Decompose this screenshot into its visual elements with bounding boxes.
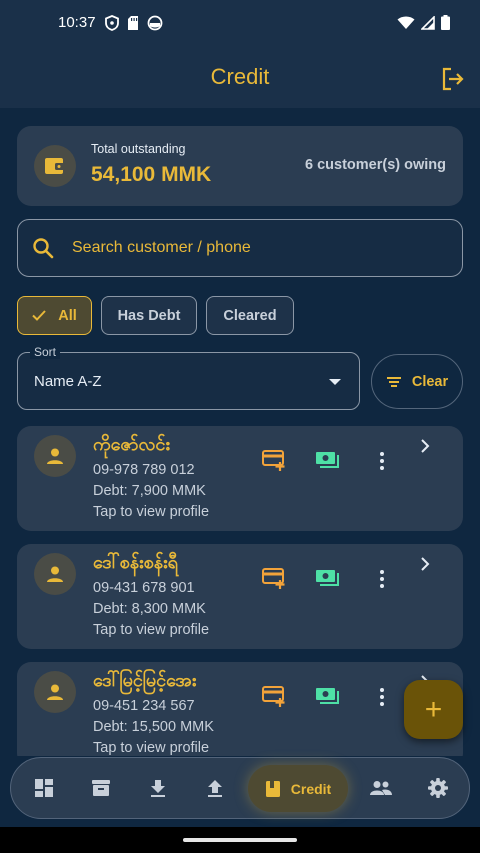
customer-phone: 09-451 234 567 <box>93 698 195 714</box>
customer-debt: Debt: 7,900 MMK <box>93 483 206 499</box>
filter-chip-label: Cleared <box>223 307 277 324</box>
person-icon <box>47 684 63 700</box>
book-icon <box>265 780 280 797</box>
check-icon <box>32 310 46 321</box>
avatar <box>34 435 76 477</box>
customer-name: ဒေါ်မြင့်မြင့်အေး <box>93 670 197 691</box>
more-options-icon[interactable] <box>375 450 389 472</box>
status-time: 10:37 <box>58 14 96 31</box>
dropdown-arrow-icon <box>329 379 341 385</box>
customer-card[interactable]: ကိုဇော်လင်း 09-978 789 012 Debt: 7,900 M… <box>17 426 463 531</box>
signal-icon <box>421 15 435 30</box>
nav-customers[interactable] <box>369 776 393 800</box>
filter-chip-all[interactable]: All <box>17 296 92 335</box>
sort-label: Sort <box>30 345 61 359</box>
clear-button-label: Clear <box>411 373 449 390</box>
add-customer-fab[interactable]: + <box>404 680 463 739</box>
archive-icon <box>92 780 110 796</box>
customer-phone: 09-431 678 901 <box>93 580 195 596</box>
status-bar: 10:37 <box>0 0 480 50</box>
customer-debt: Debt: 15,500 MMK <box>93 719 214 735</box>
add-credit-icon[interactable] <box>262 568 286 590</box>
nav-settings[interactable] <box>426 776 450 800</box>
bottom-navigation: Credit <box>10 757 470 819</box>
more-options-icon[interactable] <box>375 568 389 590</box>
app-notification-icon <box>147 15 163 31</box>
upload-icon <box>208 780 222 797</box>
system-navigation-bar <box>0 827 480 853</box>
customer-phone: 09-978 789 012 <box>93 462 195 478</box>
download-icon <box>151 780 165 797</box>
sd-card-icon <box>128 16 138 30</box>
avatar <box>34 553 76 595</box>
payment-icon[interactable] <box>315 450 341 472</box>
nav-export[interactable] <box>203 776 227 800</box>
chevron-right-icon[interactable] <box>419 557 431 571</box>
status-system-icons <box>397 15 450 30</box>
wallet-icon <box>45 158 65 174</box>
nav-credit[interactable]: Credit <box>248 765 348 812</box>
add-credit-icon[interactable] <box>262 450 286 472</box>
customer-hint: Tap to view profile <box>93 740 210 756</box>
search-icon <box>33 238 54 259</box>
customer-card[interactable]: ဒေါ်မြင့်မြင့်အေး 09-451 234 567 Debt: 1… <box>17 662 463 756</box>
payment-icon[interactable] <box>315 568 341 590</box>
total-outstanding-amount: 54,100 MMK <box>91 163 212 186</box>
filter-list-icon <box>386 376 401 387</box>
page-title: Credit <box>210 64 270 89</box>
gear-icon <box>428 778 448 798</box>
avatar <box>34 671 76 713</box>
customer-card[interactable]: ဒေါ်စန်းစန်းရီ 09-431 678 901 Debt: 8,30… <box>17 544 463 649</box>
customer-hint: Tap to view profile <box>93 622 210 638</box>
outstanding-summary-card: Total outstanding 54,100 MMK 6 customer(… <box>17 126 463 206</box>
sort-dropdown[interactable]: Sort Name A-Z <box>17 345 360 410</box>
filter-chip-label: All <box>58 307 77 324</box>
wallet-avatar <box>34 145 76 187</box>
nav-dashboard[interactable] <box>32 776 56 800</box>
nav-credit-label: Credit <box>290 780 332 797</box>
people-icon <box>370 781 392 795</box>
filter-chip-has-debt[interactable]: Has Debt <box>101 296 197 335</box>
payment-icon[interactable] <box>315 686 341 708</box>
add-credit-icon[interactable] <box>262 686 286 708</box>
person-icon <box>47 448 63 464</box>
clear-button[interactable]: Clear <box>371 354 463 409</box>
wifi-icon <box>397 16 415 29</box>
customer-name: ကိုဇော်လင်း <box>93 434 170 455</box>
home-gesture-handle[interactable] <box>183 838 297 842</box>
more-options-icon[interactable] <box>375 686 389 708</box>
customer-name: ဒေါ်စန်းစန်းရီ <box>93 552 178 573</box>
person-icon <box>47 566 63 582</box>
customer-debt: Debt: 8,300 MMK <box>93 601 206 617</box>
sort-value: Name A-Z <box>34 373 102 390</box>
app-bar: Credit <box>0 50 480 108</box>
filter-chip-label: Has Debt <box>117 307 181 324</box>
filter-chip-cleared[interactable]: Cleared <box>206 296 294 335</box>
total-outstanding-label: Total outstanding <box>91 142 186 156</box>
search-field[interactable] <box>17 219 463 277</box>
status-notification-icons <box>105 15 163 31</box>
nav-import[interactable] <box>146 776 170 800</box>
search-input[interactable] <box>72 220 452 276</box>
nav-inventory[interactable] <box>89 776 113 800</box>
shield-icon <box>105 15 119 31</box>
chevron-right-icon[interactable] <box>419 439 431 453</box>
customers-owing-count: 6 customer(s) owing <box>305 157 446 173</box>
logout-icon[interactable] <box>440 66 466 92</box>
customer-hint: Tap to view profile <box>93 504 210 520</box>
dashboard-icon <box>35 779 53 797</box>
battery-icon <box>441 15 450 30</box>
